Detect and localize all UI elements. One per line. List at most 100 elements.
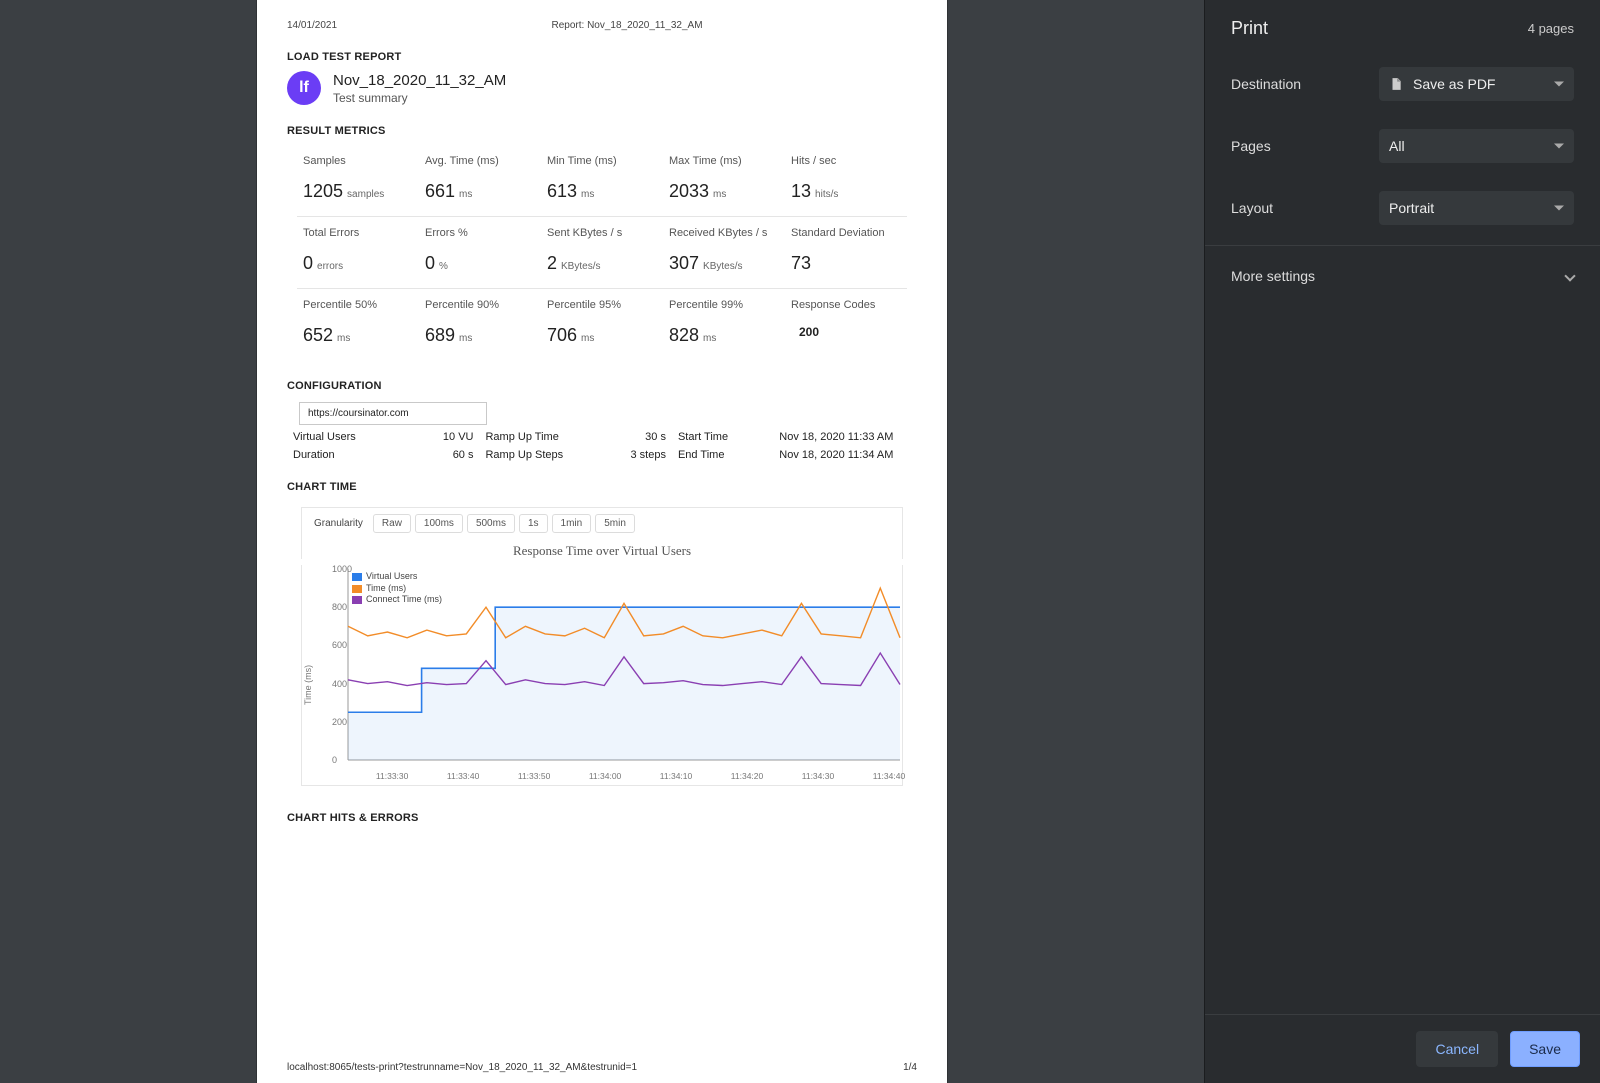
chart-x-tick: 11:33:50 (518, 771, 550, 781)
page-count: 4 pages (1528, 21, 1574, 36)
layout-label: Layout (1231, 200, 1379, 216)
metrics-table: Samples 1205samples Avg. Time (ms) 661ms Min… (287, 145, 917, 360)
config-key: Duration (293, 449, 415, 461)
granularity-bar: Granularity Raw100ms500ms1s1min5min Resp… (301, 507, 903, 559)
chart-y-tick: 200 (332, 717, 347, 727)
destination-value: Save as PDF (1413, 76, 1495, 92)
chart-x-tick: 11:33:30 (376, 771, 408, 781)
chevron-down-icon (1554, 206, 1564, 211)
metric-value: 200 (799, 325, 901, 339)
chevron-down-icon (1554, 144, 1564, 149)
section-chart-hits: CHART HITS & ERRORS (287, 812, 917, 824)
config-value: Nov 18, 2020 11:34 AM (779, 449, 911, 461)
layout-select[interactable]: Portrait (1379, 191, 1574, 225)
metric-value: 307KBytes/s (669, 253, 779, 274)
metric-label: Hits / sec (791, 155, 901, 167)
destination-label: Destination (1231, 76, 1379, 92)
granularity-option[interactable]: Raw (373, 514, 411, 533)
metric-label: Percentile 99% (669, 299, 779, 311)
cancel-button[interactable]: Cancel (1416, 1031, 1498, 1067)
config-value: 30 s (597, 431, 678, 443)
footer-page-number: 1/4 (903, 1062, 917, 1073)
config-table: Virtual Users10 VURamp Up Time30 sStart … (293, 431, 911, 461)
metric-value: 2KBytes/s (547, 253, 657, 274)
granularity-option[interactable]: 1s (519, 514, 548, 533)
config-value: 3 steps (597, 449, 678, 461)
metric-label: Sent KBytes / s (547, 227, 657, 239)
granularity-option[interactable]: 500ms (467, 514, 515, 533)
config-key: Start Time (678, 431, 779, 443)
metric-value: 706ms (547, 325, 657, 346)
metric-value: 613ms (547, 181, 657, 202)
metric-label: Avg. Time (ms) (425, 155, 535, 167)
response-time-chart: Time (ms) Virtual Users Time (ms) Connec… (301, 565, 903, 786)
config-value: Nov 18, 2020 11:33 AM (779, 431, 911, 443)
metric-value: 1205samples (303, 181, 413, 202)
config-key: Ramp Up Steps (485, 449, 596, 461)
config-url-box: https://coursinator.com (299, 402, 487, 425)
section-load-test: LOAD TEST REPORT (287, 51, 917, 63)
chart-y-tick: 800 (332, 602, 347, 612)
layout-value: Portrait (1389, 200, 1434, 216)
config-key: Virtual Users (293, 431, 415, 443)
pages-select[interactable]: All (1379, 129, 1574, 163)
metric-label: Percentile 50% (303, 299, 413, 311)
panel-title: Print (1231, 18, 1268, 39)
section-result-metrics: RESULT METRICS (287, 125, 917, 137)
chevron-down-icon (1564, 270, 1575, 281)
pages-value: All (1389, 138, 1405, 154)
app-logo-icon: lf (287, 71, 321, 105)
metric-label: Errors % (425, 227, 535, 239)
config-key: End Time (678, 449, 779, 461)
metric-value: 828ms (669, 325, 779, 346)
more-settings-toggle[interactable]: More settings (1205, 252, 1600, 300)
metric-value: 652ms (303, 325, 413, 346)
destination-select[interactable]: Save as PDF (1379, 67, 1574, 101)
print-preview-area: 14/01/2021 Report: Nov_18_2020_11_32_AM … (0, 0, 1204, 1083)
metric-value: 661ms (425, 181, 535, 202)
metric-value: 0% (425, 253, 535, 274)
chart-x-tick: 11:33:40 (447, 771, 479, 781)
page-report-id: Report: Nov_18_2020_11_32_AM (552, 20, 703, 31)
metric-label: Percentile 95% (547, 299, 657, 311)
config-value: 60 s (415, 449, 486, 461)
save-button[interactable]: Save (1510, 1031, 1580, 1067)
chart-x-tick: 11:34:40 (873, 771, 905, 781)
metric-value: 73 (791, 253, 901, 274)
page-date: 14/01/2021 (287, 20, 337, 31)
chart-x-tick: 11:34:10 (660, 771, 692, 781)
config-key: Ramp Up Time (485, 431, 596, 443)
report-name: Nov_18_2020_11_32_AM (333, 72, 506, 89)
chart-y-tick: 600 (332, 640, 347, 650)
page-1: 14/01/2021 Report: Nov_18_2020_11_32_AM … (257, 0, 947, 1083)
chart-y-tick: 0 (332, 755, 337, 765)
metric-label: Total Errors (303, 227, 413, 239)
metric-label: Percentile 90% (425, 299, 535, 311)
section-configuration: CONFIGURATION (287, 380, 917, 392)
metric-value: 689ms (425, 325, 535, 346)
more-settings-label: More settings (1231, 268, 1315, 284)
metric-label: Received KBytes / s (669, 227, 779, 239)
granularity-label: Granularity (314, 518, 363, 529)
metric-value: 0errors (303, 253, 413, 274)
report-subtitle: Test summary (333, 91, 506, 105)
granularity-option[interactable]: 100ms (415, 514, 463, 533)
granularity-option[interactable]: 1min (552, 514, 592, 533)
metric-label: Standard Deviation (791, 227, 901, 239)
chart-y-tick: 1000 (332, 564, 352, 574)
granularity-option[interactable]: 5min (595, 514, 635, 533)
section-chart-time: CHART TIME (287, 481, 917, 493)
chevron-down-icon (1554, 82, 1564, 87)
pdf-icon (1389, 76, 1403, 92)
chart-title: Response Time over Virtual Users (314, 543, 890, 559)
metric-label: Samples (303, 155, 413, 167)
metric-value: 2033ms (669, 181, 779, 202)
chart-x-tick: 11:34:30 (802, 771, 834, 781)
metric-label: Response Codes (791, 299, 901, 311)
metric-label: Min Time (ms) (547, 155, 657, 167)
footer-url: localhost:8065/tests-print?testrunname=N… (287, 1062, 637, 1073)
chart-x-tick: 11:34:20 (731, 771, 763, 781)
chart-y-tick: 400 (332, 679, 347, 689)
metric-value: 13hits/s (791, 181, 901, 202)
metric-label: Max Time (ms) (669, 155, 779, 167)
